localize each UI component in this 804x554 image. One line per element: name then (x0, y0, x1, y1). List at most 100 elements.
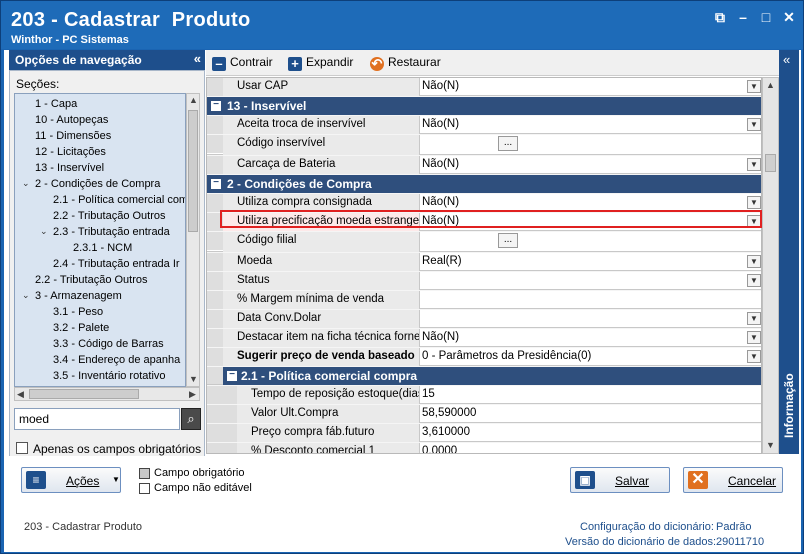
property-row[interactable]: Destacar item na ficha técnica fornec Não… (207, 329, 761, 347)
property-value[interactable]: Real(R) ▼ (420, 253, 761, 271)
tree-horizontal-scrollbar[interactable]: ◀ ▶ (14, 387, 200, 401)
property-row[interactable]: Código inservível... (207, 135, 761, 155)
tree-item[interactable]: 2.2 - Tributação Outros (35, 273, 148, 287)
cancel-button[interactable]: ✕ Cancelar (683, 467, 783, 493)
tree-item[interactable]: 2.4 - Tributação entrada Ir (53, 257, 180, 271)
tree-item[interactable]: 12 - Licitações (35, 145, 106, 159)
chevron-down-icon[interactable]: ▼ (747, 158, 761, 171)
chevron-down-icon[interactable]: ▼ (747, 312, 761, 325)
property-value[interactable] (420, 291, 761, 309)
collapse-button[interactable]: – Contrair (212, 55, 273, 71)
property-value[interactable]: 0,0000 (420, 443, 761, 453)
property-row[interactable]: Valor Ult.Compra 58,590000 (207, 405, 761, 423)
collapse-minus-icon[interactable]: − (211, 100, 221, 111)
tree-item[interactable]: 13 - Inservível (35, 161, 104, 175)
chevron-down-icon[interactable]: ▼ (747, 350, 761, 363)
chevron-down-icon[interactable]: ▼ (747, 255, 761, 268)
maximize-icon[interactable]: □ (758, 9, 774, 25)
subcategory-header[interactable]: −2.1 - Política comercial compra (223, 367, 761, 385)
dropdown-arrow-icon[interactable]: ▼ (112, 475, 120, 484)
collapse-right-icon[interactable]: « (783, 52, 790, 67)
chevron-down-icon[interactable]: ▼ (747, 331, 761, 344)
tree-item[interactable]: 2.1 - Política comercial com (53, 193, 185, 207)
property-row[interactable]: Usar CAP Não(N) ▼ (207, 78, 761, 96)
tree-item[interactable]: 3.3 - Código de Barras (53, 337, 164, 351)
property-row[interactable]: Preço compra fáb.futuro 3,610000 (207, 424, 761, 442)
collapse-minus-icon[interactable]: − (227, 370, 237, 381)
close-icon[interactable]: ✕ (781, 9, 797, 25)
property-row[interactable]: Tempo de reposição estoque(dias) 15 (207, 386, 761, 404)
scroll-up-icon[interactable]: ▲ (189, 95, 198, 105)
property-row[interactable]: Data Conv.Dolar ▼ (207, 310, 761, 328)
property-value[interactable]: 0 - Parâmetros da Presidência(0) ▼ (420, 348, 761, 366)
scroll-down-icon[interactable]: ▼ (766, 440, 775, 450)
property-row[interactable]: % Desconto comercial 1 0,0000 (207, 443, 761, 453)
collapse-left-icon[interactable]: « (194, 51, 201, 66)
category-header[interactable]: −2 - Condições de Compra (207, 175, 761, 193)
chevron-down-icon[interactable]: ⌄ (40, 226, 48, 237)
save-button[interactable]: ▣ Salvar (570, 467, 670, 493)
scroll-thumb[interactable] (29, 389, 139, 399)
property-value[interactable]: ▼ (420, 310, 761, 328)
title-bar: 203 - Cadastrar Produto Winthor - PC Sis… (1, 1, 803, 49)
restore-button[interactable]: ↶ Restaurar (370, 55, 441, 71)
info-side-tab[interactable]: « Informação (779, 50, 799, 454)
tree-item[interactable]: 2.3.1 - NCM (73, 241, 132, 255)
scroll-down-icon[interactable]: ▼ (189, 374, 198, 384)
collapse-minus-icon[interactable]: − (211, 178, 221, 189)
tree-item[interactable]: 3.2 - Palete (53, 321, 109, 335)
scroll-thumb[interactable] (765, 154, 776, 172)
section-tree[interactable]: 1 - Capa 10 - Autopeças 11 - Dimensões 1… (14, 93, 186, 387)
only-required-checkbox[interactable] (16, 442, 28, 454)
grid-vertical-scrollbar[interactable]: ▲ ▼ (762, 77, 779, 454)
nav-header: Opções de navegação « (9, 50, 205, 70)
scroll-thumb[interactable] (188, 110, 198, 232)
property-row[interactable]: Aceita troca de inservível Não(N) ▼ (207, 116, 761, 134)
scroll-left-icon[interactable]: ◀ (17, 389, 24, 400)
tree-item[interactable]: 11 - Dimensões (35, 129, 111, 143)
scroll-up-icon[interactable]: ▲ (766, 80, 775, 90)
tree-item[interactable]: 1 - Capa (35, 97, 77, 111)
property-value[interactable]: ... (420, 135, 761, 153)
category-header[interactable]: −13 - Inservível (207, 97, 761, 115)
property-value[interactable]: Não(N) ▼ (420, 329, 761, 347)
property-value[interactable]: Não(N) ▼ (420, 156, 761, 174)
chevron-down-icon[interactable]: ▼ (747, 118, 761, 131)
property-row[interactable]: Moeda Real(R) ▼ (207, 253, 761, 271)
tree-vertical-scrollbar[interactable]: ▲ ▼ (186, 93, 200, 387)
expand-button[interactable]: + Expandir (288, 55, 353, 71)
property-row[interactable]: Status ▼ (207, 272, 761, 290)
tree-item[interactable]: 3.1 - Peso (53, 305, 103, 319)
tree-item[interactable]: 3 - Armazenagem (35, 289, 122, 303)
restore-icon[interactable]: ⧉ (712, 9, 728, 25)
property-row[interactable]: % Margem mínima de venda (207, 291, 761, 309)
actions-button[interactable]: ≡ Ações ▼ (21, 467, 121, 493)
tree-item[interactable]: 10 - Autopeças (35, 113, 108, 127)
tree-item[interactable]: 2 - Condições de Compra (35, 177, 160, 191)
chevron-down-icon[interactable]: ▼ (747, 274, 761, 287)
property-row[interactable]: Sugerir preço de venda baseado 0 - Parâme… (207, 348, 761, 366)
minimize-icon[interactable]: – (735, 9, 751, 25)
property-value[interactable]: Não(N) ▼ (420, 116, 761, 134)
property-value[interactable]: Não(N) ▼ (420, 78, 761, 96)
property-value[interactable]: 3,610000 (420, 424, 761, 442)
ellipsis-button[interactable]: ... (498, 136, 518, 151)
property-value[interactable]: 15 (420, 386, 761, 404)
chevron-down-icon[interactable]: ⌄ (22, 178, 30, 189)
chevron-down-icon[interactable]: ⌄ (22, 290, 30, 301)
property-value[interactable]: 58,590000 (420, 405, 761, 423)
search-icon[interactable]: ⌕ (181, 408, 201, 430)
property-row[interactable]: Código filial... (207, 232, 761, 252)
ellipsis-button[interactable]: ... (498, 233, 518, 248)
property-row[interactable]: Carcaça de Bateria Não(N) ▼ (207, 156, 761, 174)
chevron-down-icon[interactable]: ▼ (747, 196, 761, 209)
tree-item[interactable]: 3.4 - Endereço de apanha (53, 353, 180, 367)
tree-item[interactable]: 3.5 - Inventário rotativo (53, 369, 166, 383)
tree-item[interactable]: 2.3 - Tributação entrada (53, 225, 170, 239)
chevron-down-icon[interactable]: ▼ (747, 80, 761, 93)
property-value[interactable]: ▼ (420, 272, 761, 290)
search-input[interactable]: moed (14, 408, 180, 430)
property-value[interactable]: ... (420, 232, 761, 250)
scroll-right-icon[interactable]: ▶ (189, 389, 196, 400)
tree-item[interactable]: 2.2 - Tributação Outros (53, 209, 166, 223)
